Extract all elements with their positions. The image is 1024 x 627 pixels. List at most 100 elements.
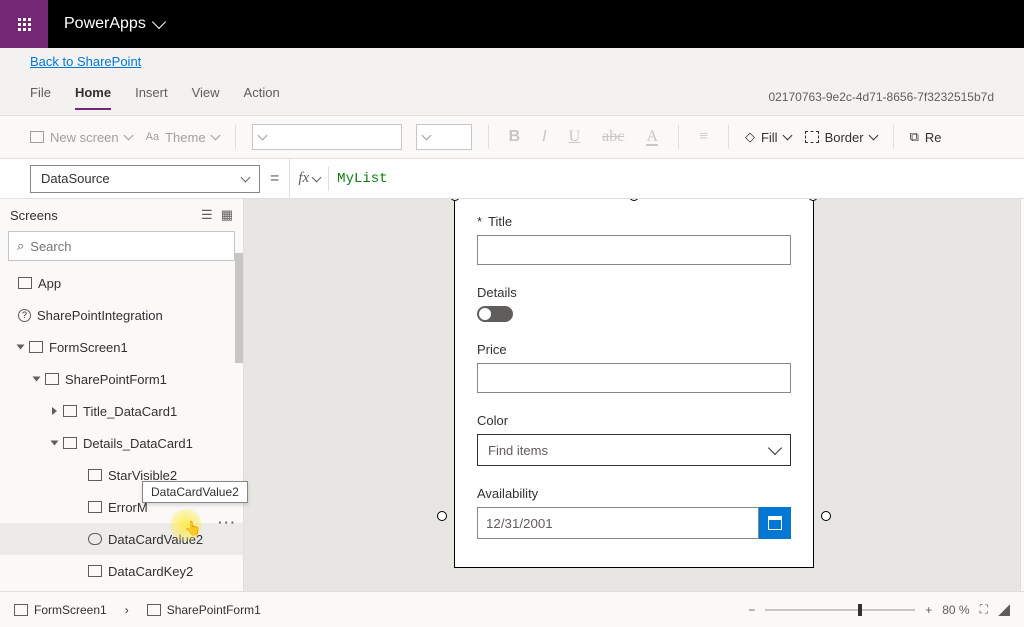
formula-input[interactable]: MyList — [329, 171, 387, 187]
availability-input[interactable] — [477, 507, 759, 539]
breadcrumb-formscreen[interactable]: FormScreen1 — [14, 603, 107, 617]
menu-insert[interactable]: Insert — [135, 85, 168, 110]
tree-search[interactable]: ⌕ — [8, 231, 235, 261]
details-label: Details — [477, 285, 791, 300]
selection-handle[interactable] — [629, 199, 639, 201]
tree-node-sharepoint-integration[interactable]: ?SharePointIntegration — [0, 299, 243, 331]
workspace: Screens ☰ ▦ ⌕ App ?SharePointIntegration… — [0, 199, 1024, 591]
border-label: Border — [825, 130, 864, 145]
italic-button[interactable]: I — [538, 128, 550, 146]
font-family-dropdown[interactable] — [252, 124, 402, 150]
menu-file[interactable]: File — [30, 85, 51, 110]
underline-button[interactable]: U — [565, 128, 585, 146]
expand-icon — [52, 407, 57, 415]
tree-node-price-datacard[interactable]: Price_DataCard1 — [0, 587, 243, 591]
reorder-button[interactable]: ⧉ Re — [910, 129, 942, 145]
details-field: Details — [477, 285, 791, 322]
screen-icon — [29, 341, 43, 353]
color-select[interactable]: Find items — [477, 434, 791, 466]
scrollbar-thumb[interactable] — [235, 253, 243, 363]
title-field: *Title — [477, 214, 791, 265]
font-color-button[interactable]: A — [642, 128, 662, 146]
datacard-icon — [63, 437, 77, 449]
menu-home[interactable]: Home — [75, 85, 111, 110]
breadcrumb: FormScreen1 › SharePointForm1 — [14, 603, 261, 617]
breadcrumb-sharepointform[interactable]: SharePointForm1 — [147, 603, 261, 617]
zoom-controls: − + 80 % ⛶ — [748, 602, 1010, 617]
screens-panel: Screens ☰ ▦ ⌕ App ?SharePointIntegration… — [0, 199, 244, 591]
chevron-down-icon — [123, 131, 133, 141]
title-bar: PowerApps — [0, 0, 1024, 48]
zoom-slider-thumb[interactable] — [858, 604, 862, 616]
screens-tree: App ?SharePointIntegration FormScreen1 S… — [0, 267, 243, 591]
zoom-out-button[interactable]: − — [748, 603, 755, 617]
menu-action[interactable]: Action — [244, 85, 280, 110]
zoom-in-button[interactable]: + — [925, 603, 932, 617]
menu-view[interactable]: View — [192, 85, 220, 110]
more-options-button[interactable]: ··· — [218, 515, 237, 530]
color-label: Color — [477, 413, 791, 428]
title-input[interactable] — [477, 235, 791, 265]
tree-node-title-datacard[interactable]: Title_DataCard1 — [0, 395, 243, 427]
date-picker-button[interactable] — [759, 507, 791, 539]
control-icon — [88, 501, 102, 513]
border-button[interactable]: Border — [805, 130, 877, 145]
align-button[interactable]: ≡ — [695, 128, 712, 146]
form-icon — [45, 373, 59, 385]
tree-node-sharepointform[interactable]: SharePointForm1 — [0, 363, 243, 395]
tree-node-app[interactable]: App — [0, 267, 243, 299]
main-menu: File Home Insert View Action — [30, 85, 280, 110]
app-name-dropdown[interactable]: PowerApps — [48, 15, 180, 33]
collapse-icon — [17, 345, 25, 350]
color-field: Color Find items — [477, 413, 791, 466]
screen-icon — [30, 131, 44, 143]
color-placeholder: Find items — [488, 443, 548, 458]
app-launcher-button[interactable] — [0, 0, 48, 48]
fx-button[interactable]: fx — [290, 170, 328, 187]
tree-node-datacardkey[interactable]: DataCardKey2 — [0, 555, 243, 587]
selection-handle[interactable] — [450, 199, 460, 201]
app-icon — [18, 277, 32, 289]
formula-bar: DataSource = fx MyList — [0, 159, 1024, 199]
property-dropdown[interactable]: DataSource — [30, 165, 260, 193]
waffle-icon — [18, 18, 31, 31]
availability-field: Availability — [477, 486, 791, 539]
selection-handle[interactable] — [437, 511, 447, 521]
fill-button[interactable]: ◇ Fill — [745, 129, 791, 145]
new-screen-button[interactable]: New screen — [30, 130, 132, 145]
thumbnail-view-icon[interactable]: ▦ — [221, 207, 233, 223]
strikethrough-button[interactable]: abc — [598, 128, 628, 146]
bold-button[interactable]: B — [505, 128, 525, 146]
chevron-down-icon — [257, 131, 267, 141]
back-to-sharepoint-link[interactable]: Back to SharePoint — [30, 54, 141, 69]
list-view-icon[interactable]: ☰ — [201, 207, 213, 223]
search-icon: ⌕ — [17, 238, 24, 254]
fit-to-window-button[interactable]: ⛶ — [980, 602, 988, 617]
chevron-down-icon — [312, 172, 322, 182]
control-icon — [88, 565, 102, 577]
separator — [893, 125, 894, 149]
theme-icon: Aa — [146, 131, 159, 143]
canvas[interactable]: *Title Details Price Color Find items Av… — [244, 199, 1020, 591]
chevron-down-icon — [210, 131, 220, 141]
selection-handle[interactable] — [821, 511, 831, 521]
price-input[interactable] — [477, 363, 791, 393]
details-toggle[interactable] — [477, 306, 513, 322]
reorder-icon: ⧉ — [910, 129, 919, 145]
tree-node-datacardvalue[interactable]: DataCardValue2 — [0, 523, 243, 555]
separator — [488, 125, 489, 149]
tree-node-details-datacard[interactable]: Details_DataCard1 — [0, 427, 243, 459]
zoom-slider[interactable] — [765, 609, 915, 611]
form-card[interactable]: *Title Details Price Color Find items Av… — [454, 199, 814, 568]
search-input[interactable] — [30, 239, 226, 254]
breadcrumb-separator: › — [125, 603, 129, 617]
font-size-dropdown[interactable] — [416, 124, 472, 150]
screens-title: Screens — [10, 208, 58, 223]
theme-button[interactable]: Aa Theme — [146, 130, 219, 145]
menu-row: File Home Insert View Action 02170763-9e… — [30, 79, 994, 115]
right-panel — [1020, 199, 1024, 591]
selection-handle[interactable] — [808, 199, 818, 201]
tooltip: DataCardValue2 — [142, 481, 248, 503]
tree-node-formscreen[interactable]: FormScreen1 — [0, 331, 243, 363]
info-icon: ? — [18, 309, 31, 322]
